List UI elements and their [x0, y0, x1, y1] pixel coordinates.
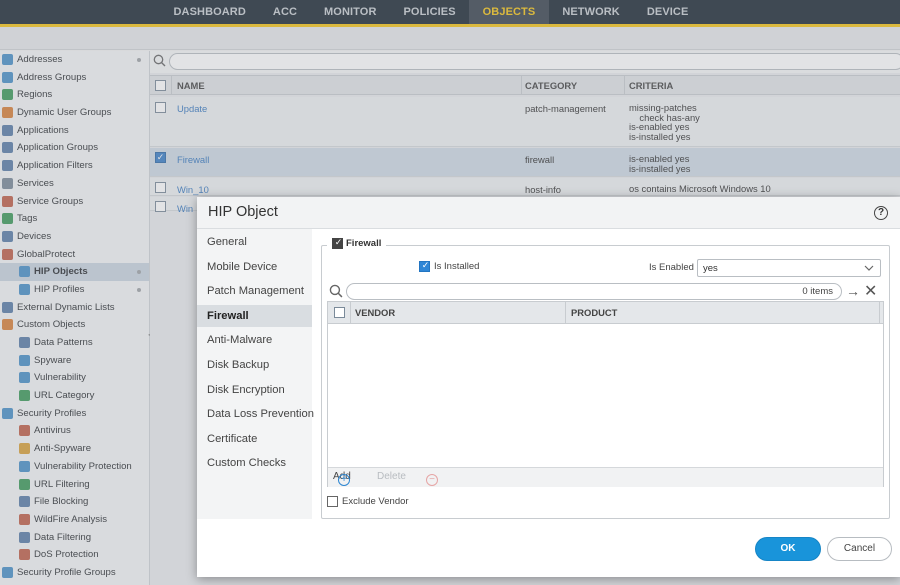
vendor-table-header: VENDOR PRODUCT: [328, 302, 883, 324]
dialog-nav-custom-checks[interactable]: Custom Checks: [197, 452, 312, 474]
is-enabled-label: Is Enabled: [649, 262, 694, 273]
dialog-nav-disk-backup[interactable]: Disk Backup: [197, 354, 312, 376]
help-icon[interactable]: ?: [874, 206, 888, 220]
checkmark-icon: ✓: [421, 260, 430, 270]
cancel-button[interactable]: Cancel: [827, 537, 892, 561]
is-enabled-select[interactable]: yes: [697, 259, 881, 277]
is-installed-checkbox[interactable]: ✓: [419, 260, 430, 272]
column-header-product[interactable]: PRODUCT: [571, 307, 617, 318]
minus-circle-icon: −: [426, 474, 438, 486]
dialog-title: HIP Object: [208, 204, 278, 220]
firewall-section-label: Firewall: [346, 238, 382, 249]
vendor-filter-input[interactable]: 0 items: [346, 283, 842, 300]
search-icon: [329, 284, 343, 301]
hip-object-dialog: HIP Object ? General Mobile Device Patch M…: [197, 197, 900, 577]
column-divider: [565, 302, 566, 323]
firewall-section-toggle[interactable]: ✓ Firewall: [327, 237, 387, 252]
dialog-nav-patch-management[interactable]: Patch Management: [197, 280, 312, 302]
apply-filter-arrow-icon[interactable]: →: [846, 283, 860, 299]
dialog-nav-data-loss-prevention[interactable]: Data Loss Prevention: [197, 403, 314, 425]
dialog-nav-certificate[interactable]: Certificate: [197, 428, 312, 450]
exclude-vendor-checkbox[interactable]: [327, 496, 338, 507]
dialog-nav-anti-malware[interactable]: Anti-Malware: [197, 329, 312, 351]
is-installed-label: Is Installed: [434, 261, 480, 272]
chevron-down-icon: [864, 262, 874, 277]
checkmark-icon: ✓: [334, 237, 343, 247]
dialog-section-nav: General Mobile Device Patch Management Fire…: [197, 229, 314, 519]
column-divider: [350, 302, 351, 323]
column-header-vendor[interactable]: VENDOR: [355, 307, 395, 318]
exclude-vendor-label: Exclude Vendor: [342, 496, 409, 507]
dialog-nav-mobile-device[interactable]: Mobile Device: [197, 256, 312, 278]
vendor-filter-bar: 0 items → ✕: [327, 282, 884, 302]
is-installed-option[interactable]: ✓ Is Installed: [419, 260, 480, 272]
vendor-product-table: VENDOR PRODUCT + Add − Delete: [327, 301, 884, 487]
dialog-nav-general[interactable]: General: [197, 231, 312, 253]
column-divider: [879, 302, 880, 323]
select-all-checkbox[interactable]: [334, 307, 345, 318]
exclude-vendor-option[interactable]: Exclude Vendor: [327, 496, 409, 507]
firewall-checkbox[interactable]: ✓: [332, 237, 343, 249]
dialog-nav-disk-encryption[interactable]: Disk Encryption: [197, 379, 312, 401]
delete-button-label: Delete: [377, 471, 406, 482]
items-count: 0 items: [802, 286, 833, 297]
dialog-nav-firewall[interactable]: Firewall: [197, 304, 312, 327]
dialog-header: HIP Object ?: [197, 197, 900, 229]
delete-button[interactable]: − Delete: [377, 471, 438, 486]
add-button[interactable]: + Add: [333, 471, 351, 486]
plus-circle-icon: +: [338, 474, 350, 486]
is-enabled-value: yes: [703, 263, 718, 274]
clear-filter-icon[interactable]: ✕: [864, 281, 877, 301]
vendor-table-footer: + Add − Delete: [328, 467, 883, 487]
ok-button[interactable]: OK: [755, 537, 821, 561]
